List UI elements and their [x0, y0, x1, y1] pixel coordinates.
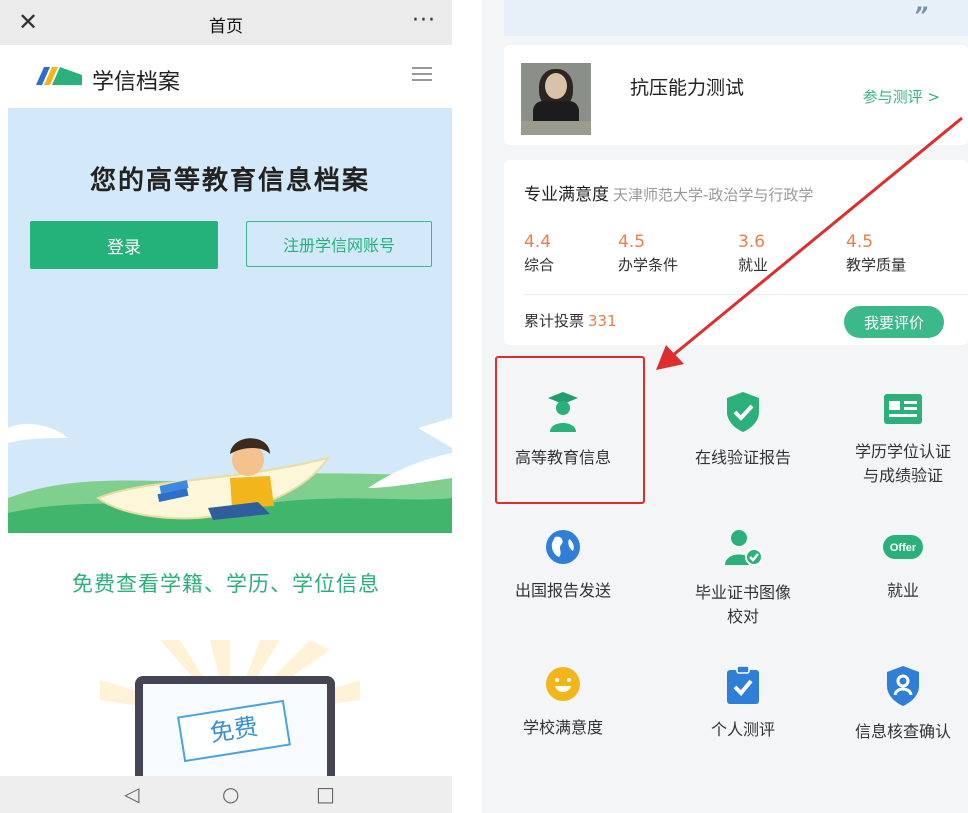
- score-employment: 3.6 就业: [738, 232, 768, 275]
- feature-slogan: 免费查看学籍、学历、学位信息: [72, 572, 380, 596]
- grid-label: 学历学位认证 与成绩验证: [854, 442, 951, 485]
- grid-overseas-report[interactable]: 出国报告发送: [498, 529, 628, 603]
- grid-label: 学校满意度: [522, 718, 603, 737]
- grid-label: 就业: [886, 581, 919, 600]
- score-value: 4.4: [524, 232, 552, 252]
- test-title: 抗压能力测试: [630, 77, 745, 99]
- brand-name: 学信档案: [92, 70, 181, 95]
- rate-button[interactable]: 我要评价: [844, 306, 944, 338]
- stress-test-card[interactable]: 抗压能力测试 参与测评 >: [504, 45, 968, 145]
- back-triangle-icon[interactable]: ◁: [124, 782, 139, 806]
- globe-icon: [546, 530, 580, 564]
- score-label: 教学质量: [846, 256, 907, 274]
- grid-school-satisfaction[interactable]: 学校满意度: [498, 666, 628, 740]
- score-label: 办学条件: [618, 256, 679, 274]
- grid-label: 信息核查确认: [854, 722, 951, 741]
- score-conditions: 4.5 办学条件: [618, 232, 678, 275]
- score-value: 4.5: [846, 232, 874, 252]
- score-teaching: 4.5 教学质量: [846, 232, 906, 275]
- divider: [524, 294, 968, 295]
- highlight-box: [495, 356, 645, 504]
- recent-square-icon[interactable]: □: [316, 782, 335, 806]
- top-banner-strip: ”: [504, 0, 968, 36]
- id-card-icon: [884, 394, 922, 424]
- paper-corner: [418, 418, 452, 448]
- score-label: 综合: [524, 256, 555, 274]
- top-bar: ✕ 首页 ···: [0, 0, 452, 45]
- cloud-left: [8, 423, 68, 443]
- grid-online-verification-report[interactable]: 在线验证报告: [668, 392, 818, 470]
- clipboard-check-icon: [727, 666, 759, 704]
- quote-mark-icon: ”: [913, 4, 928, 29]
- smiley-icon: [546, 667, 580, 701]
- grid-label: 毕业证书图像 校对: [694, 583, 791, 626]
- score-label: 就业: [738, 256, 769, 274]
- grid-info-verification-confirm[interactable]: 信息核查确认: [838, 666, 968, 744]
- score-value: 4.5: [618, 232, 646, 252]
- hero-banner: 您的高等教育信息档案 登录 注册学信网账号: [8, 108, 452, 533]
- offer-icon: Offer: [883, 535, 923, 559]
- grid-personal-assessment[interactable]: 个人测评: [668, 666, 818, 742]
- hero-headline: 您的高等教育信息档案: [89, 166, 370, 196]
- hero-illustration: [8, 418, 452, 533]
- register-button[interactable]: 注册学信网账号: [246, 221, 432, 267]
- xuexin-logo-icon: [36, 67, 82, 85]
- score-value: 3.6: [738, 232, 766, 252]
- join-test-link[interactable]: 参与测评 >: [863, 86, 940, 107]
- shield-user-icon: [887, 666, 919, 706]
- vote-total: 累计投票 331: [524, 310, 617, 331]
- shield-check-icon: [727, 392, 759, 432]
- more-dots-icon[interactable]: ···: [412, 8, 436, 33]
- grid-label: 出国报告发送: [514, 581, 611, 600]
- offer-badge-text: Offer: [890, 542, 917, 554]
- vote-count: 331: [588, 312, 617, 330]
- grid-employment[interactable]: Offer 就业: [838, 529, 968, 603]
- grid-degree-certification[interactable]: 学历学位认证 与成绩验证: [838, 392, 968, 488]
- test-thumbnail: [521, 63, 591, 135]
- brand-header: 学信档案: [0, 45, 452, 108]
- wechat-mobile-view: ✕ 首页 ··· 学信档案 您的高等教育信息档案 登录 注册学信网账号 免费查看…: [0, 0, 452, 813]
- page-title: 首页: [209, 17, 243, 37]
- vote-label: 累计投票: [524, 312, 585, 330]
- grid-diploma-image-check[interactable]: 毕业证书图像 校对: [668, 529, 818, 629]
- hamburger-menu-icon[interactable]: [412, 63, 432, 85]
- person-check-icon: [725, 530, 763, 566]
- grid-label: 在线验证报告: [694, 448, 791, 467]
- android-nav-bar: ◁ ○ □: [0, 776, 452, 813]
- major-satisfaction-card: 专业满意度 天津师范大学-政治学与行政学 4.4 综合 4.5 办学条件 3.6 …: [504, 160, 968, 345]
- satisfaction-title: 专业满意度: [524, 185, 609, 205]
- login-button[interactable]: 登录: [30, 221, 218, 269]
- score-overall: 4.4 综合: [524, 232, 554, 275]
- school-major: 天津师范大学-政治学与行政学: [613, 186, 814, 204]
- grid-label: 个人测评: [710, 720, 775, 739]
- home-circle-icon[interactable]: ○: [222, 782, 239, 806]
- satisfaction-header: 专业满意度 天津师范大学-政治学与行政学: [524, 180, 813, 205]
